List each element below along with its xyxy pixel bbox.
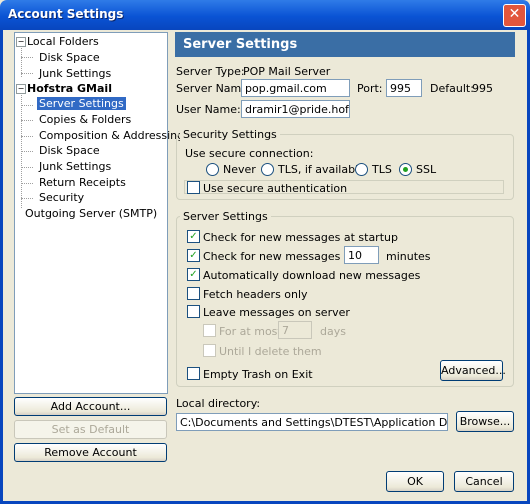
window-title: Account Settings: [8, 7, 124, 21]
radio-tls-if-available-label[interactable]: TLS, if available: [278, 163, 365, 176]
tree-item-copies-folders[interactable]: Copies & Folders: [39, 113, 131, 126]
account-tree[interactable]: − Local Folders Disk Space Junk Settings…: [14, 32, 184, 394]
use-secure-label: Use secure connection:: [185, 147, 314, 160]
days-field[interactable]: 7: [278, 321, 312, 339]
default-port-value: 995: [472, 82, 493, 95]
tree-item-local-folders[interactable]: Local Folders: [27, 35, 99, 48]
tree-item-server-settings[interactable]: Server Settings: [37, 97, 126, 110]
tree-item-composition[interactable]: Composition & Addressing: [39, 129, 184, 142]
port-field[interactable]: 995: [386, 79, 422, 97]
check-interval-field[interactable]: 10: [344, 246, 379, 264]
panel-header: Server Settings: [175, 32, 515, 57]
empty-trash-checkbox[interactable]: [187, 367, 200, 380]
server-type-value: POP Mail Server: [243, 65, 331, 78]
cancel-button[interactable]: Cancel: [454, 471, 514, 492]
radio-never[interactable]: [206, 163, 219, 176]
secure-auth-label[interactable]: Use secure authentication: [203, 182, 347, 195]
server-settings-group-title: Server Settings: [180, 210, 271, 223]
security-settings-title: Security Settings: [180, 128, 280, 141]
fetch-headers-label[interactable]: Fetch headers only: [203, 288, 308, 301]
until-delete-checkbox[interactable]: [203, 344, 216, 357]
local-directory-label: Local directory:: [176, 397, 261, 410]
leave-messages-checkbox[interactable]: [187, 305, 200, 318]
tree-item-junk-settings[interactable]: Junk Settings: [39, 160, 111, 173]
ok-button[interactable]: OK: [386, 471, 444, 492]
collapse-icon[interactable]: −: [16, 37, 26, 47]
tree-item-lf-junk-settings[interactable]: Junk Settings: [39, 67, 111, 80]
tree-line: [21, 57, 33, 58]
tree-item-lf-disk-space[interactable]: Disk Space: [39, 51, 100, 64]
radio-ssl[interactable]: [399, 163, 412, 176]
for-at-most-checkbox[interactable]: [203, 324, 216, 337]
port-label: Port:: [357, 82, 383, 95]
tree-line: [21, 120, 33, 121]
browse-button[interactable]: Browse...: [456, 411, 514, 432]
radio-never-label[interactable]: Never: [223, 163, 256, 176]
radio-tls-if-available[interactable]: [261, 163, 274, 176]
fetch-headers-checkbox[interactable]: [187, 287, 200, 300]
server-type-label: Server Type:: [176, 65, 245, 78]
tree-item-outgoing[interactable]: Outgoing Server (SMTP): [25, 207, 157, 220]
tree-line: [21, 167, 33, 168]
default-port-label: Default:: [430, 82, 474, 95]
until-delete-label[interactable]: Until I delete them: [219, 345, 322, 358]
auto-download-label[interactable]: Automatically download new messages: [203, 269, 420, 282]
check-startup-label[interactable]: Check for new messages at startup: [203, 231, 398, 244]
tree-item-return-receipts[interactable]: Return Receipts: [39, 176, 126, 189]
local-directory-field[interactable]: C:\Documents and Settings\DTEST\Applicat…: [176, 413, 448, 431]
server-name-field[interactable]: pop.gmail.com: [241, 79, 350, 97]
empty-trash-label[interactable]: Empty Trash on Exit: [203, 368, 313, 381]
secure-auth-checkbox[interactable]: [187, 181, 200, 194]
tree-line: [21, 90, 22, 208]
tree-line: [21, 151, 33, 152]
radio-ssl-label[interactable]: SSL: [416, 163, 436, 176]
title-bar: Account Settings ✕: [0, 0, 530, 30]
check-every-checkbox[interactable]: ✓: [187, 249, 200, 262]
tree-line: [21, 198, 33, 199]
tree-line: [21, 73, 33, 74]
collapse-icon[interactable]: −: [16, 84, 26, 94]
user-name-field[interactable]: dramir1@pride.hofstra.e: [241, 100, 350, 118]
tree-line: [21, 105, 33, 106]
auto-download-checkbox[interactable]: ✓: [187, 268, 200, 281]
set-default-button[interactable]: Set as Default: [14, 420, 167, 439]
tree-line: [21, 183, 33, 184]
radio-tls[interactable]: [355, 163, 368, 176]
add-account-button[interactable]: Add Account...: [14, 397, 167, 416]
radio-tls-label[interactable]: TLS: [372, 163, 392, 176]
radio-selected-dot: [403, 167, 408, 172]
for-at-most-label[interactable]: For at most: [219, 325, 282, 338]
check-startup-checkbox[interactable]: ✓: [187, 230, 200, 243]
tree-item-security[interactable]: Security: [39, 191, 84, 204]
advanced-button[interactable]: Advanced...: [440, 360, 506, 381]
minutes-label: minutes: [386, 250, 431, 263]
tree-item-account[interactable]: Hofstra GMail: [27, 82, 112, 95]
days-label: days: [320, 325, 346, 338]
tree-item-disk-space[interactable]: Disk Space: [39, 144, 100, 157]
remove-account-button[interactable]: Remove Account: [14, 443, 167, 462]
user-name-label: User Name:: [176, 103, 241, 116]
leave-messages-label[interactable]: Leave messages on server: [203, 306, 350, 319]
close-button[interactable]: ✕: [503, 4, 526, 27]
tree-line: [21, 136, 33, 137]
